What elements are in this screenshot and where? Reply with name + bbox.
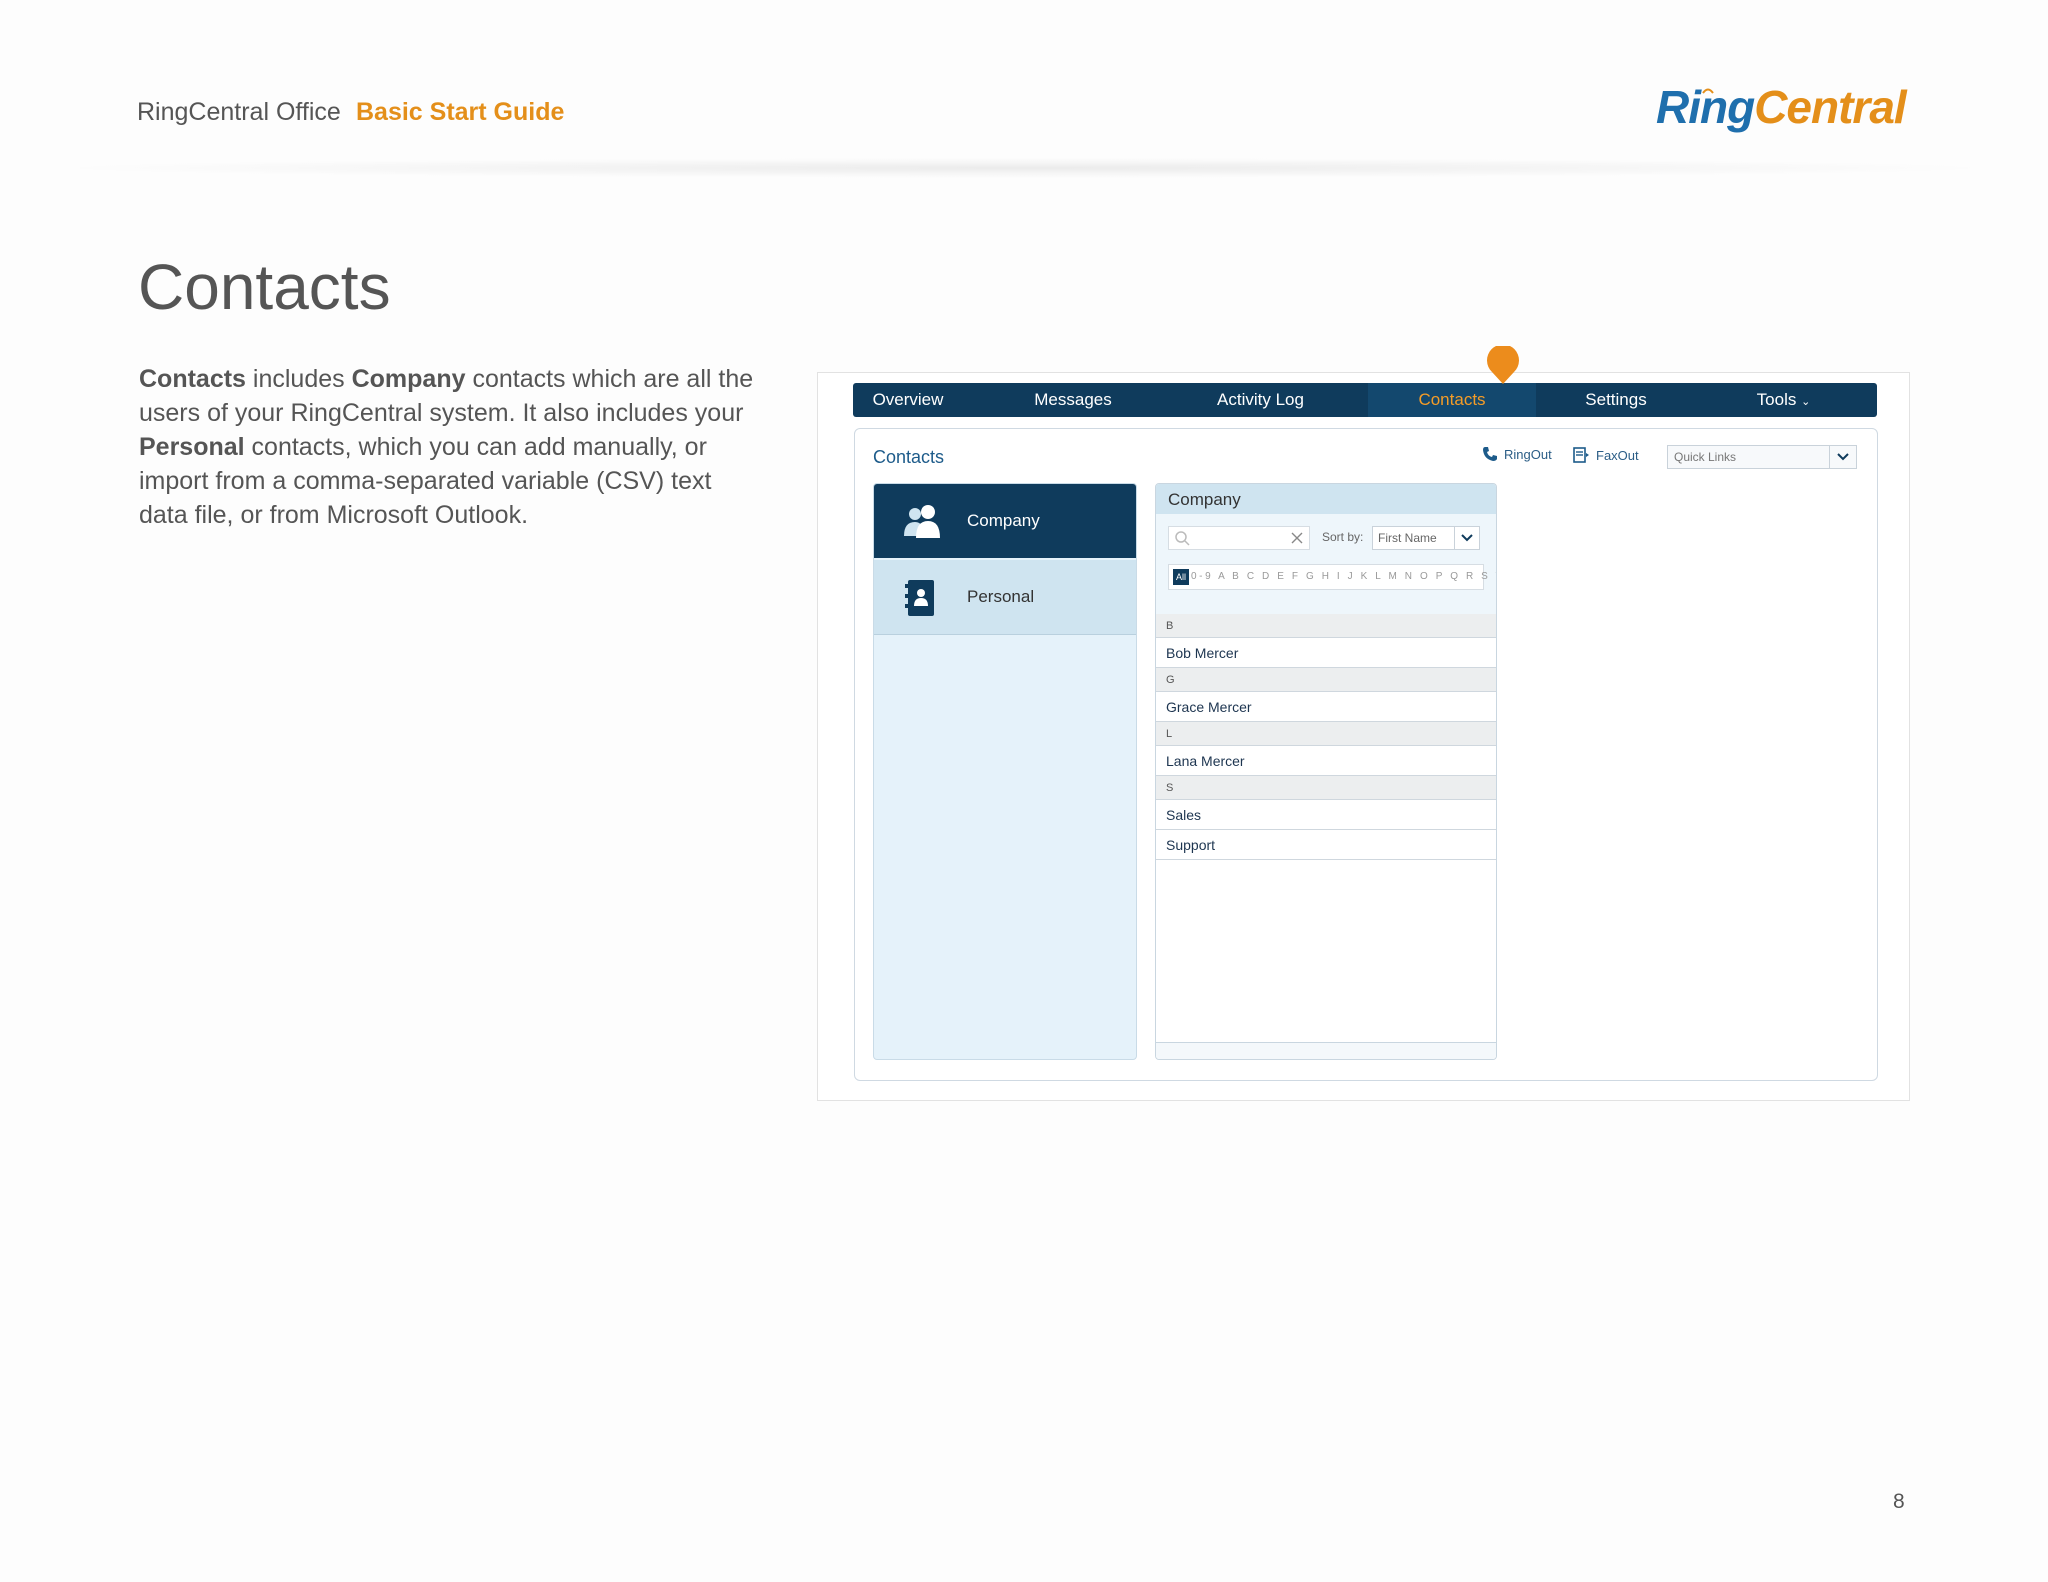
letter-group-header: L: [1156, 722, 1496, 746]
chevron-down-icon: ⌄: [1801, 396, 1811, 408]
nav-contacts[interactable]: Contacts: [1368, 383, 1536, 417]
contact-category-list: Company Personal: [873, 483, 1137, 1060]
alpha-letters[interactable]: 0-9 A B C D E F G H I J K L M N O P Q R …: [1191, 571, 1496, 582]
letter-group-header: S: [1156, 776, 1496, 800]
contacts-panel: Contacts RingOut FaxOut Quick Links Comp…: [854, 428, 1878, 1081]
contact-row[interactable]: Sales: [1156, 800, 1496, 830]
address-book-icon: [905, 580, 934, 616]
nav-overview[interactable]: Overview: [853, 383, 963, 417]
sort-by-select[interactable]: First Name: [1372, 526, 1480, 550]
nav-messages[interactable]: Messages: [1003, 383, 1143, 417]
alpha-all-button[interactable]: All: [1173, 569, 1189, 585]
search-input[interactable]: [1168, 526, 1310, 550]
category-personal[interactable]: Personal: [874, 560, 1136, 635]
nav-activity-log[interactable]: Activity Log: [1183, 383, 1338, 417]
ringout-button[interactable]: RingOut: [1482, 446, 1552, 462]
nav-tools[interactable]: Tools ⌄: [1696, 383, 1871, 417]
contacts-screenshot: Overview Messages Activity Log Contacts …: [817, 346, 1910, 1101]
contact-row[interactable]: Bob Mercer: [1156, 638, 1496, 668]
category-company-label: Company: [967, 511, 1040, 530]
company-contacts-list: Company Sort by: First Name All 0-9 A B …: [1155, 483, 1497, 1060]
filter-area: Sort by: First Name All 0-9 A B C D E F …: [1156, 514, 1496, 614]
letter-group-header: B: [1156, 614, 1496, 638]
main-nav: Overview Messages Activity Log Contacts …: [853, 346, 1877, 417]
page-header: RingCentral Office Basic Start Guide Rin…: [0, 0, 2048, 178]
fax-icon: [1573, 447, 1589, 463]
search-icon: [1175, 531, 1190, 546]
phone-icon: [1483, 447, 1497, 461]
contact-row[interactable]: Grace Mercer: [1156, 692, 1496, 722]
contact-row[interactable]: Support: [1156, 830, 1496, 860]
doc-title: RingCentral Office: [137, 98, 341, 126]
logo-signal-icon: [1702, 88, 1714, 94]
doc-subtitle: Basic Start Guide: [356, 98, 565, 126]
panel-title: Contacts: [873, 447, 945, 467]
faxout-button[interactable]: FaxOut: [1572, 446, 1639, 464]
category-company[interactable]: Company: [874, 484, 1136, 558]
body-paragraph: Contacts includes Company contacts which…: [139, 365, 754, 529]
people-icon: [904, 505, 940, 538]
location-pin-icon: [1487, 346, 1519, 384]
letter-group-header: G: [1156, 668, 1496, 692]
ringcentral-logo: RingCentral: [1656, 81, 1907, 133]
chevron-down-icon: [1829, 446, 1856, 468]
contact-row[interactable]: Lana Mercer: [1156, 746, 1496, 776]
quick-links-select[interactable]: Quick Links: [1667, 445, 1857, 469]
alphabet-filter[interactable]: All 0-9 A B C D E F G H I J K L M N O P …: [1168, 564, 1496, 590]
category-personal-label: Personal: [967, 587, 1035, 606]
page-title: Contacts: [138, 251, 391, 323]
nav-settings[interactable]: Settings: [1536, 383, 1696, 417]
header-divider: [40, 158, 2008, 178]
chevron-down-icon: [1454, 527, 1479, 549]
clear-icon[interactable]: [1288, 529, 1306, 547]
list-footer: [1156, 1042, 1496, 1059]
page-number: 8: [1893, 1490, 1905, 1513]
company-list-header: Company: [1156, 484, 1496, 514]
sort-by-label: Sort by:: [1322, 530, 1364, 544]
